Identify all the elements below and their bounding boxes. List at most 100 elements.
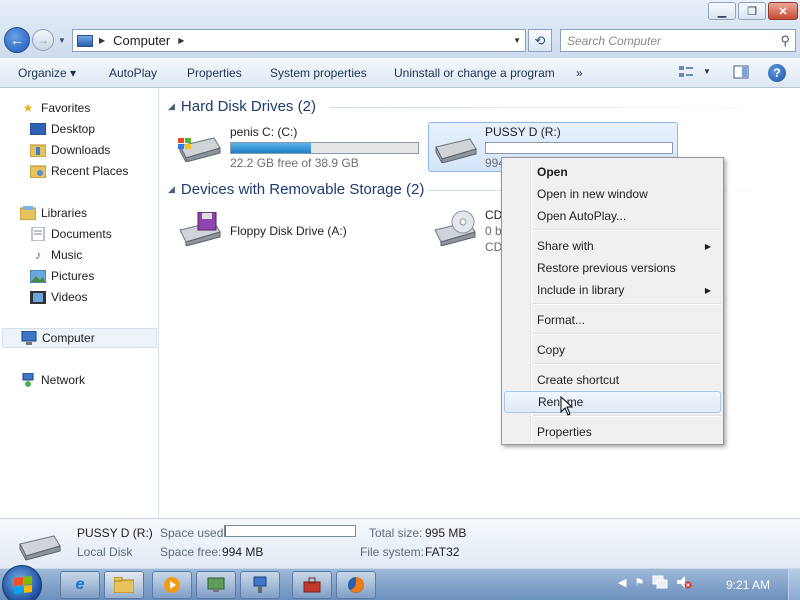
preview-pane-icon[interactable] [733, 64, 749, 80]
recent-pages-dropdown[interactable]: ▼ [58, 36, 66, 45]
help-icon[interactable]: ? [768, 64, 786, 82]
address-bar-row: ← → ▼ ▶ Computer ▶ ▼ ⟲ Search Computer ⚲ [0, 24, 800, 58]
volume-muted-icon[interactable] [676, 575, 692, 589]
change-view-icon[interactable] [678, 64, 694, 80]
menu-rename[interactable]: Rename [504, 391, 721, 413]
menu-share-with[interactable]: Share with ▶ [504, 235, 721, 257]
group-hard-disk-drives[interactable]: ◢ Hard Disk Drives (2) [168, 98, 316, 115]
properties-button[interactable]: Properties [187, 66, 242, 80]
nav-favorites[interactable]: ★ Favorites [20, 98, 91, 118]
menu-separator [533, 303, 721, 305]
group-removable-storage[interactable]: ◢ Devices with Removable Storage (2) [168, 181, 424, 198]
mouse-cursor-icon [560, 396, 574, 416]
drive-tile-c[interactable]: penis C: (C:) 22.2 GB free of 38.9 GB [172, 122, 424, 172]
breadcrumb-computer[interactable]: Computer [113, 33, 170, 48]
details-pane: PUSSY D (R:) Local Disk Space used: Spac… [0, 518, 800, 568]
address-dropdown-icon[interactable]: ▼ [513, 36, 521, 45]
computer-icon [77, 34, 93, 47]
nav-computer-label: Computer [42, 331, 95, 345]
nav-recent-places-label: Recent Places [51, 164, 129, 178]
more-commands-button[interactable]: » [576, 66, 583, 80]
drive-c-capacity-fill [231, 143, 312, 153]
details-file-system-label: File system: [360, 545, 425, 559]
nav-computer[interactable]: Computer [2, 328, 157, 348]
details-drive-name: PUSSY D (R:) [77, 526, 153, 540]
menu-open[interactable]: Open [504, 161, 721, 183]
menu-open-new-window[interactable]: Open in new window [504, 183, 721, 205]
taskbar-firefox[interactable] [336, 571, 376, 599]
refresh-button[interactable]: ⟲ [528, 29, 552, 52]
search-placeholder: Search Computer [567, 33, 662, 48]
collapse-arrow-icon[interactable]: ◢ [168, 184, 175, 195]
start-button[interactable] [2, 565, 42, 600]
drive-tile-cd[interactable]: CD 0 b CD [428, 206, 508, 256]
menu-create-shortcut[interactable]: Create shortcut [504, 369, 721, 391]
details-space-free-value: 994 MB [222, 545, 264, 559]
details-space-free-label: Space free: [160, 545, 222, 559]
view-options-dropdown-icon[interactable]: ▼ [703, 67, 711, 76]
menu-format[interactable]: Format... [504, 309, 721, 331]
music-icon: ♪ [35, 248, 41, 262]
cd-drive-icon [434, 210, 476, 246]
back-button[interactable]: ← [4, 27, 30, 53]
network-status-icon[interactable] [652, 575, 668, 589]
windows-logo-icon [14, 576, 32, 594]
system-properties-button[interactable]: System properties [270, 66, 367, 80]
menu-separator [533, 333, 721, 335]
taskbar-internet-explorer[interactable]: e [60, 571, 100, 599]
nav-libraries[interactable]: Libraries [20, 203, 87, 223]
pictures-icon [30, 269, 46, 283]
menu-properties[interactable]: Properties [504, 421, 721, 443]
show-desktop-button[interactable] [788, 569, 800, 600]
nav-pictures[interactable]: Pictures [30, 266, 94, 286]
nav-documents[interactable]: Documents [30, 224, 112, 244]
nav-network[interactable]: Network [20, 370, 85, 390]
internet-explorer-icon: e [75, 576, 85, 593]
libraries-icon [20, 206, 36, 220]
menu-open-autoplay[interactable]: Open AutoPlay... [504, 205, 721, 227]
menu-separator [533, 363, 721, 365]
nav-desktop-label: Desktop [51, 122, 96, 136]
action-center-flag-icon[interactable]: ⚑ [634, 576, 644, 589]
nav-recent-places[interactable]: Recent Places [30, 161, 128, 181]
nav-music[interactable]: ♪ Music [30, 245, 82, 265]
search-icon[interactable]: ⚲ [780, 33, 790, 49]
forward-button[interactable]: → [32, 29, 54, 51]
menu-include-library-label: Include in library [537, 283, 625, 297]
nav-documents-label: Documents [51, 227, 112, 241]
system-clock[interactable]: 9:21 AM [726, 578, 770, 592]
taskbar-windows-explorer[interactable] [104, 571, 144, 599]
taskbar: e ◀ ⚑ 9:21 AM [0, 565, 800, 600]
menu-restore-previous-versions[interactable]: Restore previous versions [504, 257, 721, 279]
organize-button[interactable]: Organize ▾ [18, 66, 76, 80]
minimize-button[interactable]: ▁ [708, 2, 736, 20]
caption-buttons: ▁ ❐ ✕ [708, 2, 798, 20]
nav-desktop[interactable]: Desktop [30, 119, 95, 139]
menu-include-in-library[interactable]: Include in library ▶ [504, 279, 721, 301]
details-file-system-value: FAT32 [425, 545, 460, 559]
uninstall-button[interactable]: Uninstall or change a program [394, 66, 555, 80]
menu-copy[interactable]: Copy [504, 339, 721, 361]
nav-downloads[interactable]: Downloads [30, 140, 110, 160]
drive-tile-floppy[interactable]: Floppy Disk Drive (A:) [172, 206, 424, 256]
maximize-button[interactable]: ❐ [738, 2, 766, 20]
menu-share-with-label: Share with [537, 239, 594, 253]
search-input[interactable]: Search Computer ⚲ [560, 29, 796, 52]
address-box[interactable]: ▶ Computer ▶ ▼ [72, 29, 526, 52]
show-hidden-icons-button[interactable]: ◀ [618, 576, 626, 589]
desktop-icon [30, 122, 46, 136]
taskbar-network-app[interactable] [240, 571, 280, 599]
autoplay-button[interactable]: AutoPlay [109, 66, 157, 80]
taskbar-toolbox[interactable] [292, 571, 332, 599]
taskbar-remote-desktop[interactable] [196, 571, 236, 599]
nav-videos-label: Videos [51, 290, 88, 304]
network-computer-icon [253, 576, 267, 593]
nav-videos[interactable]: Videos [30, 287, 87, 307]
collapse-arrow-icon[interactable]: ◢ [168, 101, 175, 112]
taskbar-media-player[interactable] [152, 571, 192, 599]
nav-network-label: Network [41, 373, 86, 387]
title-bar: ▁ ❐ ✕ [0, 0, 800, 24]
breadcrumb-separator[interactable]: ▶ [99, 36, 105, 45]
close-button[interactable]: ✕ [768, 2, 798, 20]
breadcrumb-chevron[interactable]: ▶ [178, 36, 184, 45]
